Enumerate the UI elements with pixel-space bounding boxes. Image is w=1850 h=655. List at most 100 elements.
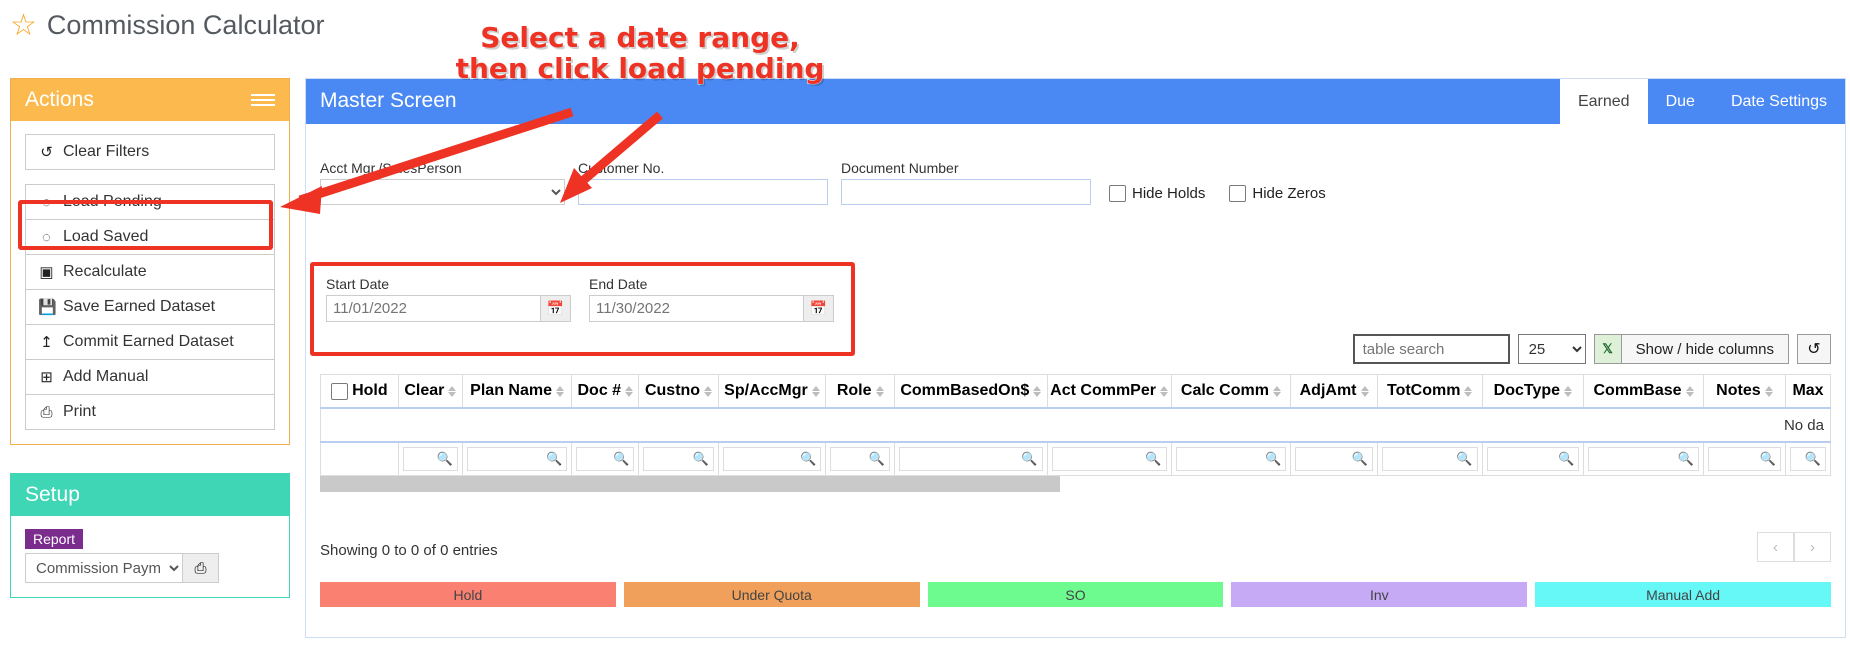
page-length-select[interactable]: 25 xyxy=(1517,334,1586,364)
end-date-label: End Date xyxy=(589,276,648,292)
recalculate-button[interactable]: ▣ Recalculate xyxy=(25,254,275,289)
commit-earned-dataset-button[interactable]: ↥ Commit Earned Dataset xyxy=(25,324,275,359)
th-role[interactable]: Role xyxy=(825,374,896,409)
clear-filters-button[interactable]: ↺ Clear Filters xyxy=(25,134,275,170)
filter-cell-max[interactable]: 🔍 xyxy=(1785,441,1831,476)
filter-cell-commbasedon[interactable]: 🔍 xyxy=(894,441,1048,476)
th-adjamt[interactable]: AdjAmt xyxy=(1290,374,1378,409)
setup-print-button[interactable]: ⎙ xyxy=(183,553,219,583)
filter-cell-calc-comm[interactable]: 🔍 xyxy=(1170,441,1292,476)
th-custno[interactable]: Custno xyxy=(638,374,719,409)
sort-icon[interactable] xyxy=(1764,385,1773,397)
th-plan-name[interactable]: Plan Name xyxy=(462,374,573,409)
filter-cell-custno[interactable]: 🔍 xyxy=(638,441,719,476)
table-column-filter-row: 🔍 🔍 🔍 🔍 🔍 🔍 🔍 🔍 🔍 🔍 🔍 🔍 🔍 🔍 🔍 xyxy=(320,441,1831,476)
hide-zeros-checkbox-wrap[interactable]: Hide Zeros xyxy=(1229,185,1326,205)
column-search-icon[interactable]: 🔍 xyxy=(1790,447,1826,471)
sort-icon[interactable] xyxy=(1564,385,1573,397)
sort-icon[interactable] xyxy=(1272,385,1281,397)
column-search-icon[interactable]: 🔍 xyxy=(1707,447,1782,471)
th-commbasedon[interactable]: CommBasedOn$ xyxy=(894,374,1048,409)
th-doctype[interactable]: DocType xyxy=(1481,374,1585,409)
tab-due[interactable]: Due xyxy=(1648,79,1713,124)
filter-cell-plan-name[interactable]: 🔍 xyxy=(462,441,573,476)
hide-holds-checkbox[interactable] xyxy=(1109,185,1126,202)
th-hold[interactable]: Hold xyxy=(320,374,399,409)
filter-cell-doc-number[interactable]: 🔍 xyxy=(571,441,640,476)
table-horizontal-scrollbar[interactable] xyxy=(320,476,1831,492)
th-calc-comm[interactable]: Calc Comm xyxy=(1170,374,1292,409)
sort-icon[interactable] xyxy=(1159,385,1168,397)
column-search-icon[interactable]: 🔍 xyxy=(1175,447,1287,471)
excel-icon[interactable]: 𝕏 xyxy=(1593,334,1622,364)
report-select[interactable]: Commission Payments xyxy=(25,553,183,583)
show-hide-columns-button[interactable]: Show / hide columns xyxy=(1621,334,1789,364)
tab-date-settings[interactable]: Date Settings xyxy=(1713,79,1845,124)
column-search-icon[interactable]: 🔍 xyxy=(467,447,568,471)
table-search-input[interactable] xyxy=(1352,334,1510,364)
th-notes[interactable]: Notes xyxy=(1702,374,1787,409)
hide-zeros-checkbox[interactable] xyxy=(1229,185,1247,202)
th-hold-label: Hold xyxy=(352,382,388,399)
sort-icon[interactable] xyxy=(1033,385,1042,397)
filter-cell-totcomm[interactable]: 🔍 xyxy=(1376,441,1483,476)
save-earned-dataset-button[interactable]: 💾 Save Earned Dataset xyxy=(25,289,275,324)
filter-cell-adjamt[interactable]: 🔍 xyxy=(1290,441,1378,476)
commission-table-wrap: Hold Clear Plan Name Doc # Custno Sp/Acc… xyxy=(320,374,1831,492)
hamburger-icon[interactable] xyxy=(251,94,275,106)
filter-cell-doctype[interactable]: 🔍 xyxy=(1481,441,1585,476)
sort-icon[interactable] xyxy=(448,385,457,397)
th-sp-accmgr[interactable]: Sp/AccMgr xyxy=(717,374,827,409)
column-search-icon[interactable]: 🔍 xyxy=(576,447,635,471)
end-date-calendar-button[interactable]: 📅 xyxy=(804,295,834,322)
th-max[interactable]: Max xyxy=(1785,374,1831,409)
th-commbase[interactable]: CommBase xyxy=(1583,374,1704,409)
column-search-icon[interactable]: 🔍 xyxy=(1381,447,1478,471)
column-search-icon[interactable]: 🔍 xyxy=(1051,447,1167,471)
filter-cell-commbase[interactable]: 🔍 xyxy=(1583,441,1704,476)
acct-mgr-select[interactable] xyxy=(320,179,565,205)
load-pending-button[interactable]: ◌ Load Pending xyxy=(25,184,275,219)
sort-icon[interactable] xyxy=(875,385,884,397)
column-search-icon[interactable]: 🔍 xyxy=(643,447,714,471)
column-search-icon[interactable]: 🔍 xyxy=(402,447,459,471)
sort-icon[interactable] xyxy=(555,385,564,397)
legend-item-so: SO xyxy=(927,582,1224,607)
filter-cell-act-commper[interactable]: 🔍 xyxy=(1046,441,1172,476)
th-act-commper[interactable]: Act CommPer xyxy=(1046,374,1172,409)
print-button[interactable]: ⎙ Print xyxy=(25,394,275,430)
filter-cell-notes[interactable]: 🔍 xyxy=(1702,441,1787,476)
document-number-input[interactable] xyxy=(841,179,1091,205)
table-scrollbar-thumb[interactable] xyxy=(320,476,1061,492)
sort-icon[interactable] xyxy=(811,385,820,397)
reset-icon[interactable]: ↺ xyxy=(1797,334,1831,364)
column-search-icon[interactable]: 🔍 xyxy=(722,447,822,471)
column-search-icon[interactable]: 🔍 xyxy=(830,447,891,471)
tab-earned[interactable]: Earned xyxy=(1559,79,1648,124)
load-saved-button[interactable]: ◌ Load Saved xyxy=(25,219,275,254)
th-clear[interactable]: Clear xyxy=(397,374,464,409)
sort-icon[interactable] xyxy=(1360,385,1369,397)
end-date-input[interactable] xyxy=(589,295,804,322)
add-manual-button[interactable]: ⊞ Add Manual xyxy=(25,359,275,394)
sort-icon[interactable] xyxy=(1464,385,1473,397)
th-doc-number[interactable]: Doc # xyxy=(571,374,640,409)
column-search-icon[interactable]: 🔍 xyxy=(899,447,1043,471)
hide-holds-checkbox-wrap[interactable]: Hide Holds xyxy=(1109,185,1205,205)
th-totcomm[interactable]: TotComm xyxy=(1376,374,1483,409)
sort-icon[interactable] xyxy=(625,385,634,397)
select-all-checkbox[interactable] xyxy=(331,382,349,400)
filter-cell-role[interactable]: 🔍 xyxy=(825,441,896,476)
pagination-prev-button[interactable]: ‹ xyxy=(1757,532,1794,562)
filter-cell-sp-accmgr[interactable]: 🔍 xyxy=(717,441,827,476)
start-date-input[interactable] xyxy=(326,295,541,322)
column-search-icon[interactable]: 🔍 xyxy=(1295,447,1373,471)
sort-icon[interactable] xyxy=(704,385,713,397)
column-search-icon[interactable]: 🔍 xyxy=(1588,447,1699,471)
sort-icon[interactable] xyxy=(1685,385,1694,397)
column-search-icon[interactable]: 🔍 xyxy=(1486,447,1580,471)
filter-cell-clear[interactable]: 🔍 xyxy=(397,441,464,476)
pagination-next-button[interactable]: › xyxy=(1794,532,1831,562)
customer-no-input[interactable] xyxy=(578,179,828,205)
start-date-calendar-button[interactable]: 📅 xyxy=(541,295,571,322)
